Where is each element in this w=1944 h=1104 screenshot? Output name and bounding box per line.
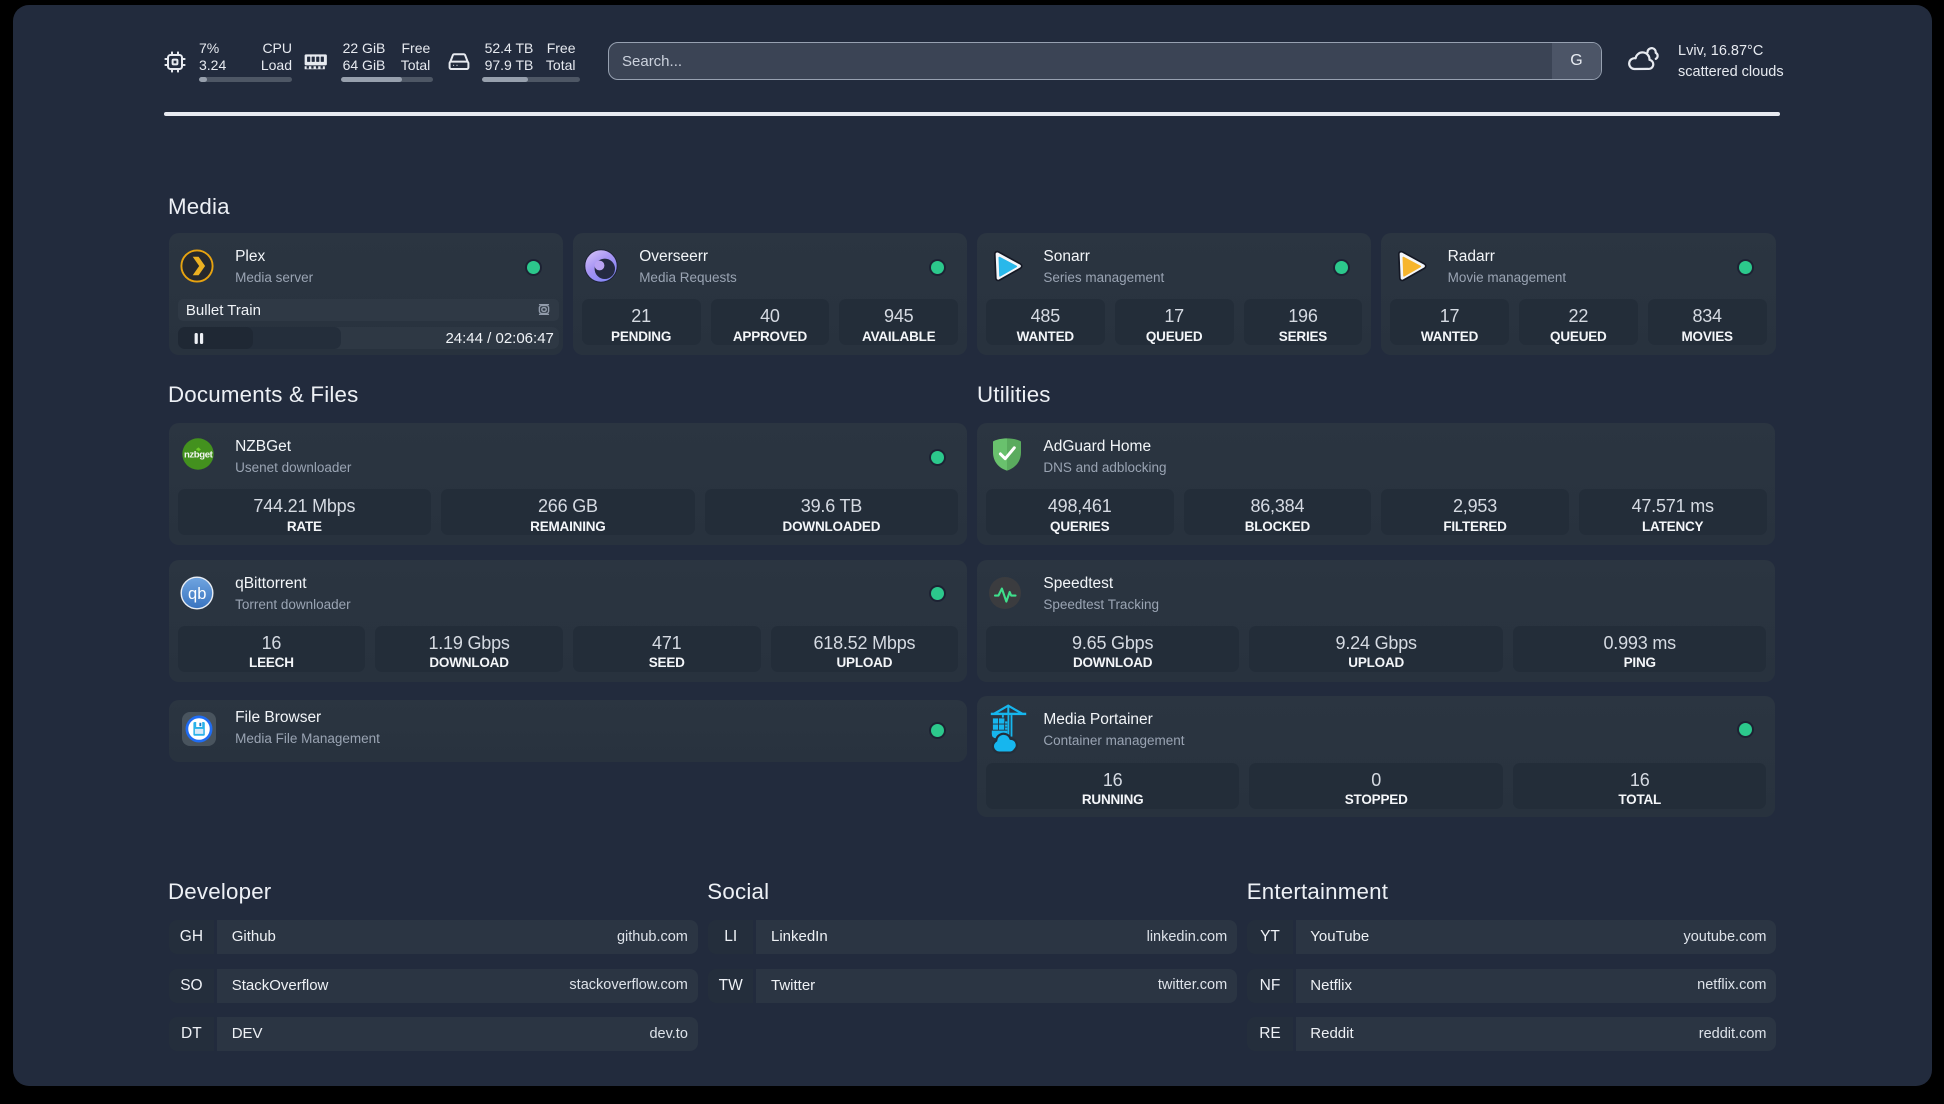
svg-text:nzbget: nzbget <box>184 450 214 461</box>
svg-text:qb: qb <box>188 584 206 602</box>
